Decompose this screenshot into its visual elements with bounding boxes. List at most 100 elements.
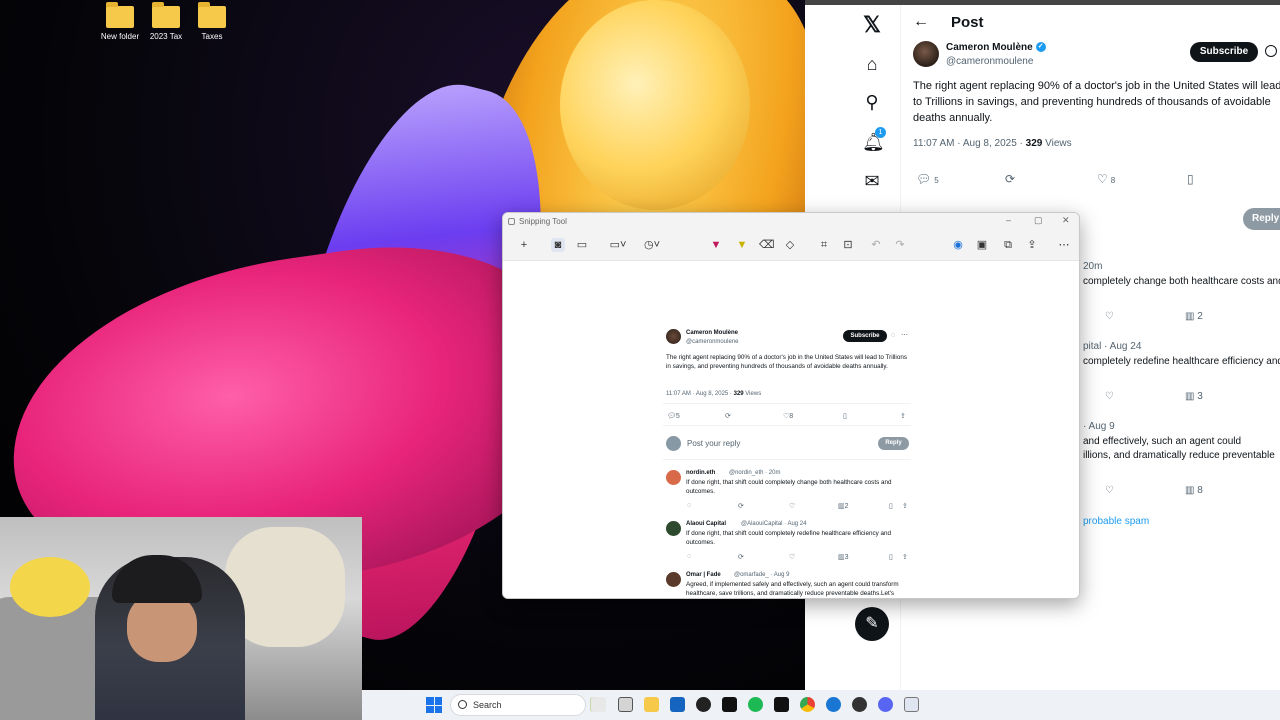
reply-author-handle: @nordin_eth · 20m xyxy=(729,470,781,476)
subscribe-button[interactable]: Subscribe xyxy=(1190,42,1258,62)
views-stat[interactable]: ▥ 3 xyxy=(1185,391,1203,402)
crop-icon[interactable]: ⌗ xyxy=(817,238,831,252)
mail-icon[interactable]: ✉ xyxy=(862,171,882,191)
close-icon[interactable]: ✕ xyxy=(1062,215,1070,226)
eraser-icon[interactable]: ⌫ xyxy=(759,238,775,252)
maximize-icon[interactable]: ▢ xyxy=(1034,215,1043,226)
avatar xyxy=(666,436,681,451)
reply-author-name: Omar | Fade xyxy=(686,572,721,578)
window-titlebar[interactable]: Snipping Tool – ▢ ✕ xyxy=(503,213,1079,231)
reply-meta: pital · Aug 24 xyxy=(1083,341,1142,352)
reply-author-name: nordin.eth xyxy=(686,470,716,476)
undo-icon[interactable]: ↶ xyxy=(869,238,883,252)
store-app-icon[interactable] xyxy=(670,697,685,712)
folder-icon xyxy=(152,2,180,28)
highlighter-icon[interactable]: ▼ xyxy=(735,238,749,252)
text-actions-icon[interactable]: ⊡ xyxy=(841,238,855,252)
author-name[interactable]: Cameron Moulène ✓ xyxy=(946,42,1046,53)
desktop-icon-label: New folder xyxy=(100,32,140,41)
reply-text: If done right, that shift could complete… xyxy=(686,530,892,546)
taskbar: Search xyxy=(362,690,1280,720)
taskbar-search-label: Search xyxy=(473,700,502,710)
obs-icon[interactable] xyxy=(852,697,867,712)
pen-icon[interactable]: ▼ xyxy=(709,238,723,252)
mini-tweet-text: The right agent replacing 90% of a docto… xyxy=(666,354,907,370)
copy-icon[interactable]: ⧉ xyxy=(1001,238,1015,252)
like-icon[interactable]: ♡ xyxy=(1105,311,1114,322)
task-view-icon[interactable] xyxy=(591,697,606,712)
grok-icon[interactable] xyxy=(1265,45,1277,57)
desktop-icon-new-folder[interactable]: New folder xyxy=(94,2,146,41)
x-logo-icon[interactable]: 𝕏 xyxy=(862,14,882,36)
repost-icon[interactable]: ⟳ xyxy=(1005,172,1015,186)
bookmark-icon[interactable]: ▯ xyxy=(1187,172,1194,186)
bell-icon[interactable]: 🔔︎ 1 xyxy=(862,127,886,152)
reply-author-handle: @omarfade_ · Aug 9 xyxy=(734,572,790,578)
messenger-icon[interactable] xyxy=(826,697,841,712)
chrome-icon[interactable] xyxy=(800,697,815,712)
mini-author-name: Cameron Moulène xyxy=(686,330,739,336)
grok-icon: ◌ xyxy=(891,332,896,339)
save-icon[interactable]: ▣ xyxy=(975,238,989,252)
avatar[interactable] xyxy=(913,41,939,67)
views-count: 8 xyxy=(1197,485,1203,496)
like-icon: ♡ xyxy=(789,554,796,561)
snipping-tool-logo-icon xyxy=(508,218,515,225)
reply-icon: 💬︎5 xyxy=(667,413,680,420)
like-icon[interactable]: ♡ xyxy=(1105,485,1114,496)
desktop-icon-2023-tax[interactable]: 2023 Tax xyxy=(140,2,192,41)
video-mode-icon[interactable]: ▭ xyxy=(575,238,589,252)
delay-dropdown[interactable]: ◷˅ xyxy=(641,238,663,252)
avatar xyxy=(666,521,681,536)
minimize-icon[interactable]: – xyxy=(1006,215,1011,225)
capcut-app-icon[interactable] xyxy=(722,697,737,712)
author-name-text: Cameron Moulène xyxy=(946,42,1033,53)
copilot-icon[interactable]: ◉ xyxy=(951,238,965,252)
views-stat[interactable]: ▥ 8 xyxy=(1185,485,1203,496)
search-icon xyxy=(458,700,467,709)
views-stat[interactable]: ▥ 2 xyxy=(1185,311,1203,322)
alien-app-icon[interactable] xyxy=(696,697,711,712)
spotify-icon[interactable] xyxy=(748,697,763,712)
start-button[interactable] xyxy=(426,697,442,713)
avatar xyxy=(666,572,681,587)
snipping-tool-taskbar-icon[interactable] xyxy=(904,697,919,712)
new-snip-icon[interactable]: + xyxy=(517,238,531,252)
probable-spam-link[interactable]: probable spam xyxy=(1083,516,1149,527)
tiktok-icon[interactable] xyxy=(774,697,789,712)
desktop-icon-taxes[interactable]: Taxes xyxy=(186,2,238,41)
taskbar-search[interactable]: Search xyxy=(450,694,586,716)
reply-text: and effectively, such an agent could xyxy=(1083,436,1242,447)
author-handle[interactable]: @cameronmoulene xyxy=(946,56,1033,67)
desktop-icon-label: Taxes xyxy=(201,32,223,41)
back-arrow-icon[interactable]: ← xyxy=(913,13,929,31)
repost-icon: ⟳ xyxy=(738,503,744,510)
shapes-icon[interactable]: ◇ xyxy=(783,238,797,252)
discord-icon[interactable] xyxy=(878,697,893,712)
views-label: Views xyxy=(1042,138,1072,149)
bookmark-icon: ▯ xyxy=(889,503,893,510)
share-icon: ⇪ xyxy=(900,413,906,420)
reply-action[interactable]: 💬︎ 5 xyxy=(916,172,939,186)
reply-button[interactable]: Reply xyxy=(1243,208,1280,230)
views-count: 329 xyxy=(1025,138,1043,149)
screenshot-mode-icon[interactable]: ◙ xyxy=(551,238,565,252)
more-options-icon[interactable]: ⋯ xyxy=(1057,238,1071,252)
like-icon[interactable]: ♡ xyxy=(1105,391,1114,402)
like-action[interactable]: ♡ 8 xyxy=(1097,172,1115,186)
search-icon[interactable]: ⚲ xyxy=(862,92,882,112)
repost-icon: ⟳ xyxy=(725,413,731,420)
reply-text: If done right, that shift could complete… xyxy=(686,479,892,495)
reply-count: 5 xyxy=(934,176,939,185)
compose-post-button[interactable]: ✎ xyxy=(855,607,889,641)
home-icon[interactable]: ⌂ xyxy=(862,54,882,74)
snipping-toolbar: + ◙ ▭ ▭˅ ◷˅ ▼ ▼ ⌫ ◇ ⌗ ⊡ ↶ ↷ ◉ ▣ ⧉ ⇪ ⋯ xyxy=(503,231,1079,261)
tweet-text: The right agent replacing 90% of a docto… xyxy=(913,80,1280,124)
redo-icon[interactable]: ↷ xyxy=(893,238,907,252)
wallpaper-shape xyxy=(560,0,750,210)
share-icon[interactable]: ⇪ xyxy=(1025,238,1039,252)
reply-author-handle: @AlaouiCapital · Aug 24 xyxy=(741,521,807,527)
bookmark-icon: ▯ xyxy=(889,554,893,561)
desktop-icon-label: 2023 Tax xyxy=(149,32,183,41)
snip-shape-dropdown[interactable]: ▭˅ xyxy=(607,238,629,252)
